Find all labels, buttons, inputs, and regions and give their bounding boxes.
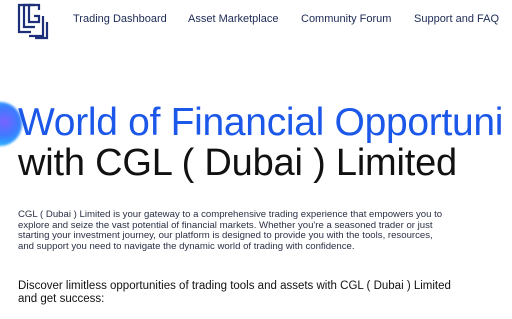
hero-intro-paragraph: CGL ( Dubai ) Limited is your gateway to… [18,209,443,252]
nav-asset-marketplace[interactable]: Asset Marketplace [188,13,278,25]
cgl-logo[interactable] [15,2,51,40]
nav-trading-dashboard[interactable]: Trading Dashboard [73,13,167,25]
nav-community-forum[interactable]: Community Forum [301,13,391,25]
hero-headline-line2: with CGL ( Dubai ) Limited [18,142,457,184]
discover-subheading: Discover limitless opportunities of trad… [18,280,451,305]
top-navigation-bar: Trading Dashboard Asset Marketplace Comm… [0,0,512,44]
hero-headline-line1: World of Financial Opportuni [18,101,504,144]
nav-support-faq[interactable]: Support and FAQ [414,13,499,25]
